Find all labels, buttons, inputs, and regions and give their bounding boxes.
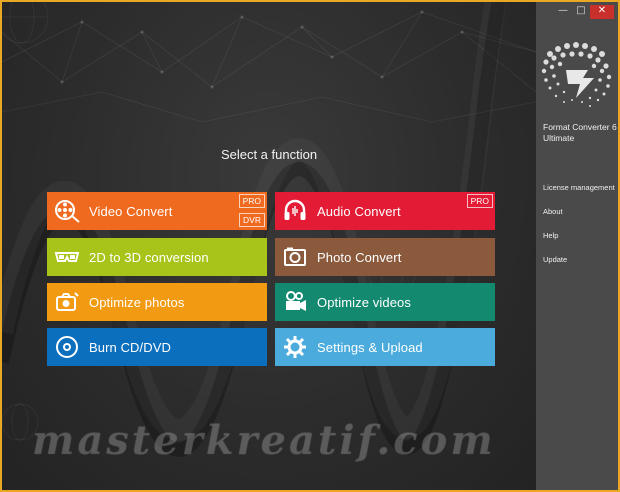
- 2d-to-3d-button[interactable]: 2D to 3D conversion: [47, 238, 267, 276]
- tile-label: Photo Convert: [317, 249, 402, 265]
- minimize-button[interactable]: —: [554, 5, 572, 19]
- dvr-badge: DVR: [239, 213, 265, 227]
- burn-cd-dvd-button[interactable]: Burn CD/DVD: [47, 328, 267, 366]
- optimize-photos-button[interactable]: Optimize photos: [47, 283, 267, 321]
- product-name-line2: Ultimate: [543, 133, 575, 143]
- tile-label: Audio Convert: [317, 203, 401, 219]
- page-title: Select a function: [220, 147, 318, 162]
- sidebar: — □ ✕ Format Converter 6 Ultimate Licens…: [536, 2, 618, 490]
- tile-label: Optimize videos: [317, 294, 411, 310]
- optimize-videos-button[interactable]: Optimize videos: [275, 283, 495, 321]
- close-button[interactable]: ✕: [590, 5, 614, 19]
- pro-badge: PRO: [238, 194, 265, 208]
- sidebar-link-update[interactable]: Update: [543, 255, 567, 264]
- pro-badge: PRO: [466, 194, 493, 208]
- video-convert-button[interactable]: Video Convert PRO DVR: [47, 192, 267, 230]
- photo-icon: [281, 243, 309, 271]
- photo-convert-button[interactable]: Photo Convert: [275, 238, 495, 276]
- sidebar-link-license-management[interactable]: License management: [543, 183, 615, 192]
- tile-label: Burn CD/DVD: [89, 339, 172, 355]
- maximize-button[interactable]: □: [572, 5, 590, 19]
- 3d-glasses-icon: [53, 243, 81, 271]
- audio-convert-button[interactable]: Audio Convert PRO: [275, 192, 495, 230]
- tile-label: Video Convert: [89, 203, 173, 219]
- headphones-icon: [281, 197, 309, 225]
- watermark: masterkreatif.com: [32, 417, 496, 464]
- product-name: Format Converter 6 Ultimate: [543, 122, 618, 144]
- film-reel-icon: [53, 197, 81, 225]
- app-window: Select a function Video Convert PRO DVR …: [0, 0, 620, 492]
- main-panel: Select a function Video Convert PRO DVR …: [2, 2, 536, 490]
- tile-label: 2D to 3D conversion: [89, 249, 209, 265]
- tile-label: Settings & Upload: [317, 339, 423, 355]
- window-controls: — □ ✕: [554, 5, 614, 19]
- settings-upload-button[interactable]: Settings & Upload: [275, 328, 495, 366]
- sidebar-link-about[interactable]: About: [543, 207, 563, 216]
- app-logo-icon: [541, 42, 612, 107]
- video-camera-icon: [281, 288, 309, 316]
- disc-icon: [53, 333, 81, 361]
- sidebar-link-help[interactable]: Help: [543, 231, 558, 240]
- camera-icon: [53, 288, 81, 316]
- tile-label: Optimize photos: [89, 294, 185, 310]
- product-name-line1: Format Converter 6: [543, 122, 617, 132]
- gear-icon: [281, 333, 309, 361]
